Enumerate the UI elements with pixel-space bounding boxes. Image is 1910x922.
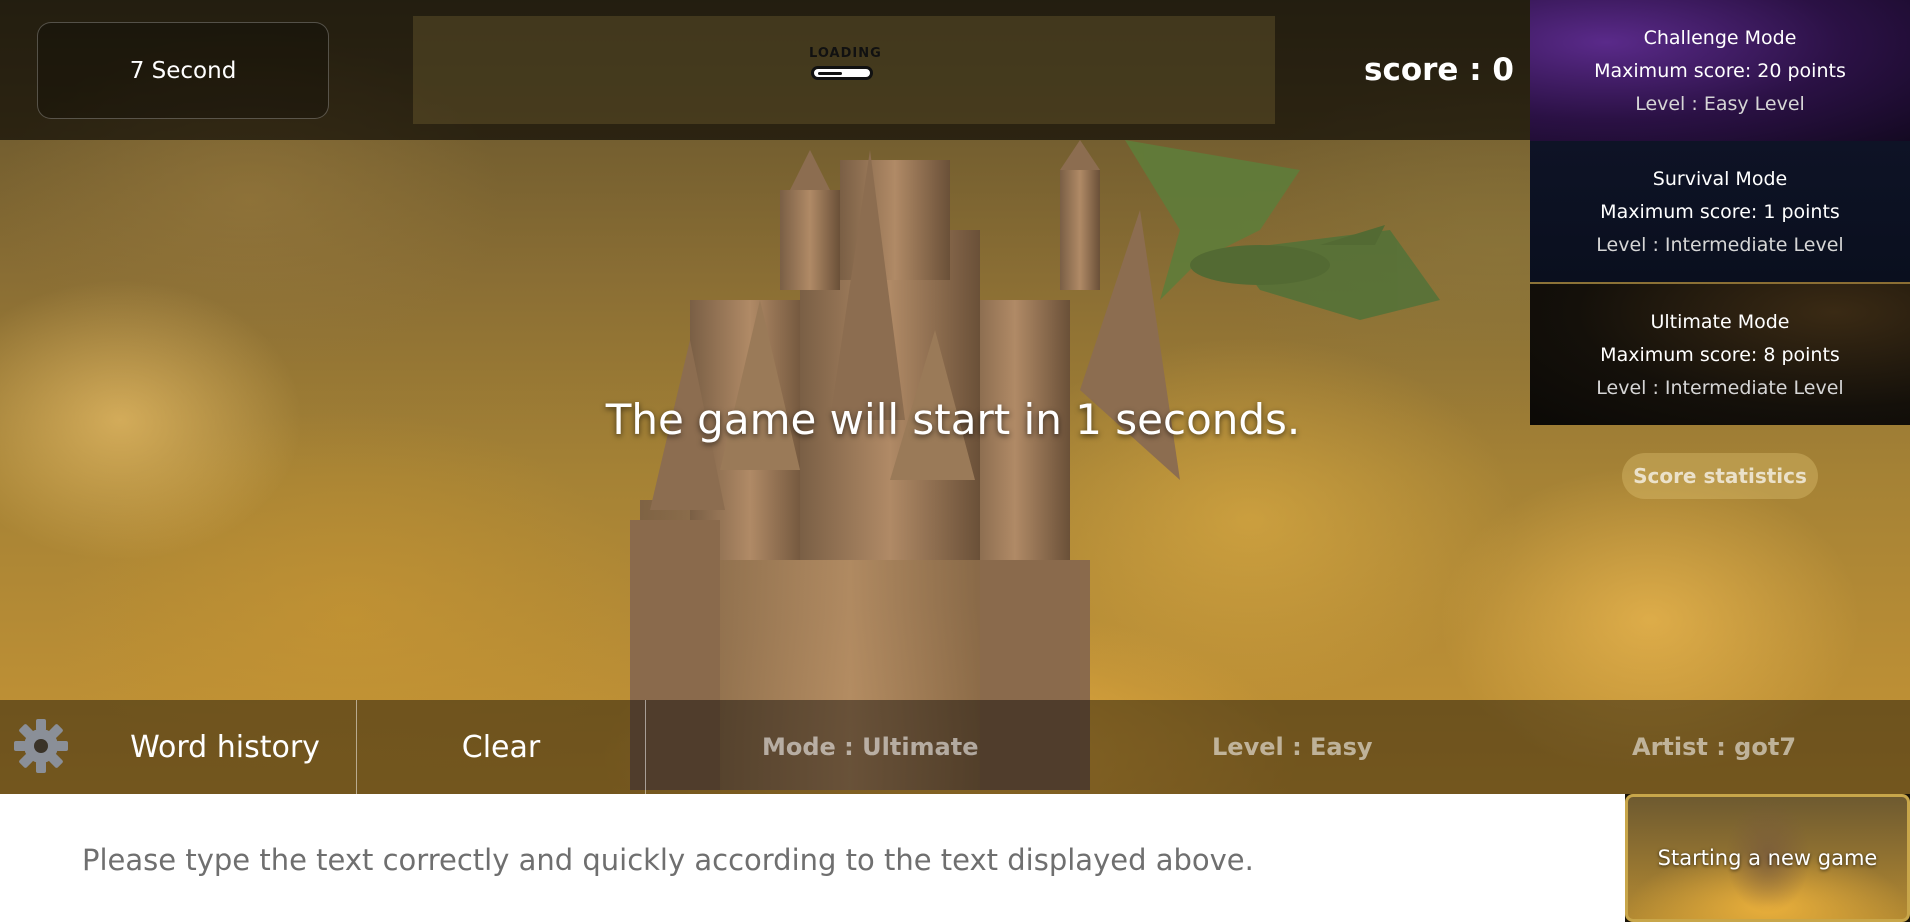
input-area: [0, 794, 1625, 922]
mode-card-challenge[interactable]: Challenge Mode Maximum score: 20 points …: [1530, 0, 1910, 141]
mode-max-score: Maximum score: 1 points: [1600, 201, 1840, 223]
mode-level: Level : Intermediate Level: [1596, 234, 1844, 256]
word-display-area: LOADING: [413, 16, 1275, 124]
mode-max-score: Maximum score: 8 points: [1600, 344, 1840, 366]
gear-icon[interactable]: [11, 716, 71, 776]
countdown-message: The game will start in 1 seconds.: [605, 395, 1301, 444]
loading-label: LOADING: [809, 46, 882, 61]
clear-button[interactable]: Clear: [357, 700, 646, 794]
mode-title: Challenge Mode: [1643, 27, 1797, 49]
loading-icon: [811, 66, 873, 80]
top-bar: 7 Second LOADING score : 0: [0, 0, 1530, 140]
timer-display: 7 Second: [37, 22, 329, 119]
new-game-label: Starting a new game: [1657, 846, 1878, 870]
word-history-button[interactable]: Word history: [94, 700, 357, 794]
mode-title: Survival Mode: [1652, 168, 1788, 190]
mode-max-score: Maximum score: 20 points: [1594, 60, 1846, 82]
score-statistics-button[interactable]: Score statistics: [1622, 453, 1818, 499]
level-info: Level : Easy: [1212, 733, 1373, 761]
mode-panel: Challenge Mode Maximum score: 20 points …: [1530, 0, 1910, 425]
mode-title: Ultimate Mode: [1650, 311, 1790, 333]
new-game-button[interactable]: Starting a new game: [1625, 794, 1910, 922]
bottom-bar: Word history Clear Mode : Ultimate Level…: [0, 700, 1910, 794]
mode-level: Level : Easy Level: [1635, 93, 1805, 115]
timer-text: 7 Second: [129, 57, 237, 84]
mode-card-survival[interactable]: Survival Mode Maximum score: 1 points Le…: [1530, 141, 1910, 282]
typing-input[interactable]: [80, 824, 1584, 896]
score-display: score : 0: [1364, 52, 1514, 88]
mode-info: Mode : Ultimate: [762, 733, 979, 761]
artist-info: Artist : got7: [1632, 733, 1797, 761]
